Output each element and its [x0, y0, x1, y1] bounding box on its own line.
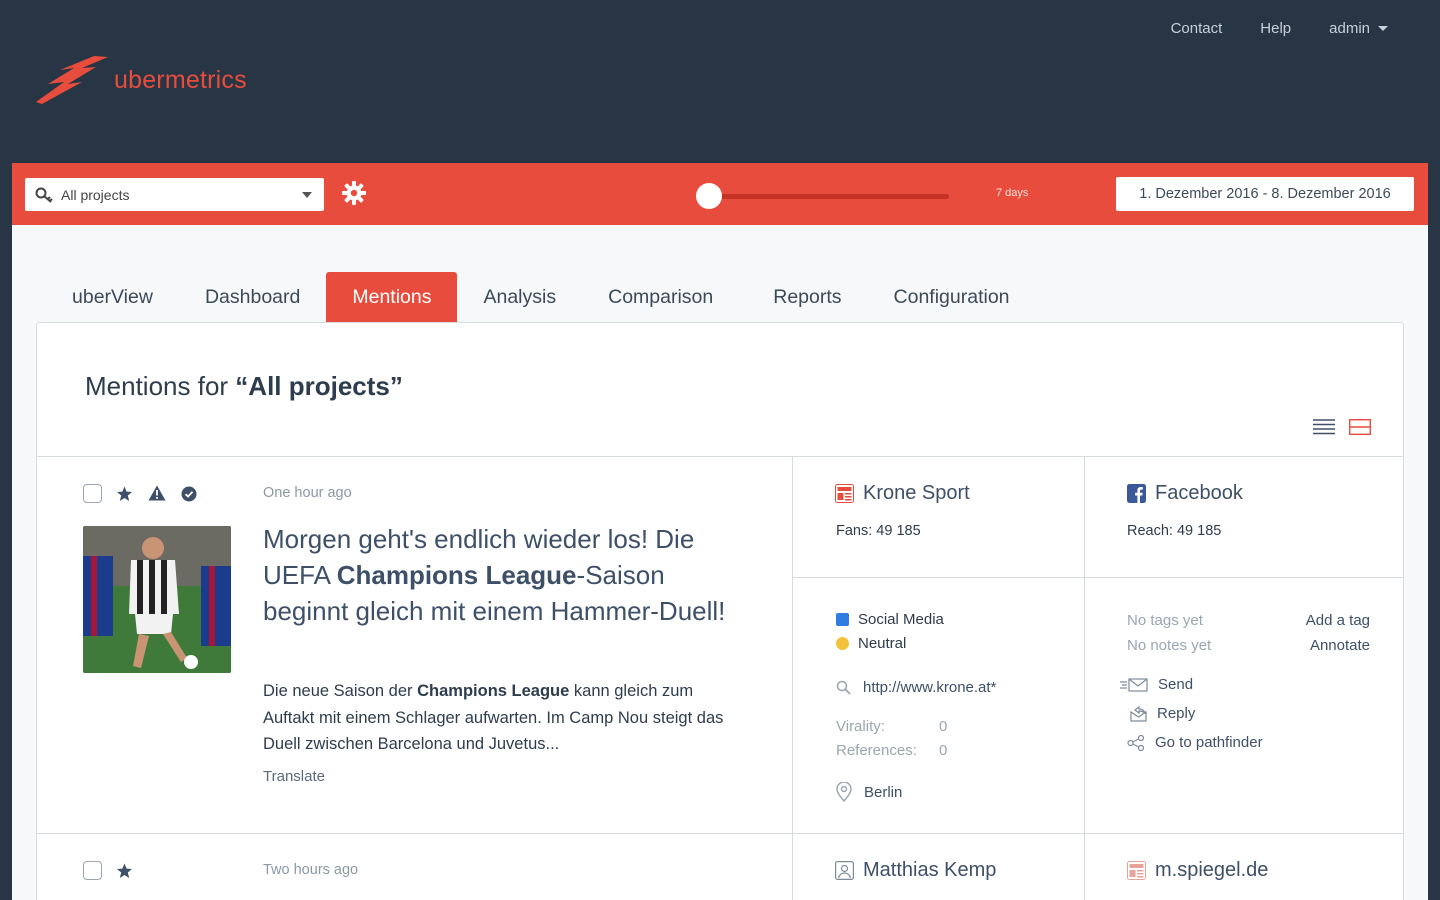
tab-configuration[interactable]: Configuration: [868, 272, 1036, 323]
mention-checkbox[interactable]: [83, 861, 102, 880]
snippet-text: Die neue Saison der: [263, 682, 418, 700]
main-panel: uberView Dashboard Mentions Analysis Com…: [12, 225, 1428, 900]
map-pin-icon: [836, 782, 852, 802]
row-divider: [37, 833, 1403, 834]
tab-uberview[interactable]: uberView: [36, 272, 179, 323]
tags-status: No tags yet: [1127, 612, 1203, 629]
mention-time: One hour ago: [263, 485, 352, 501]
sentiment: Neutral: [836, 635, 906, 652]
reply-icon: [1130, 705, 1147, 722]
media-type-swatch: [836, 613, 849, 626]
user-menu[interactable]: admin: [1329, 20, 1388, 37]
search-icon: [836, 680, 851, 695]
mention-thumbnail[interactable]: [83, 526, 231, 673]
channel-reach: Reach: 49 185: [1127, 523, 1222, 539]
channel-name[interactable]: m.spiegel.de: [1127, 859, 1268, 882]
mention-time: Two hours ago: [263, 862, 359, 878]
add-tag-link[interactable]: Add a tag: [1306, 612, 1370, 629]
project-select-value: All projects: [61, 186, 130, 203]
timeframe-slider-handle[interactable]: [696, 183, 722, 209]
source-url[interactable]: http://www.krone.at*: [836, 679, 996, 696]
page-title-project: “All projects”: [235, 371, 403, 401]
date-range-picker[interactable]: 1. Dezember 2016 - 8. Dezember 2016: [1116, 177, 1414, 211]
location: Berlin: [836, 782, 902, 802]
facebook-icon: [1127, 484, 1146, 503]
football-photo-image: [83, 526, 231, 673]
share-nodes-icon: [1127, 734, 1145, 751]
pathfinder-button[interactable]: Go to pathfinder: [1127, 734, 1263, 751]
channel-name[interactable]: Facebook: [1127, 482, 1243, 505]
filter-toolbar: All projects 7 days 1. Dezember 2016 - 8…: [12, 163, 1428, 225]
card-view-icon[interactable]: [1349, 419, 1371, 435]
warning-icon[interactable]: [148, 485, 166, 501]
source-name[interactable]: Matthias Kemp: [835, 859, 996, 882]
notes-status: No notes yet: [1127, 637, 1212, 654]
chevron-down-icon: [302, 192, 312, 198]
mentions-card: Mentions for “All projects” One hour ago: [36, 322, 1404, 900]
headline-highlight: Champions League: [336, 560, 577, 590]
star-icon[interactable]: [116, 863, 133, 879]
location-label: Berlin: [864, 783, 903, 801]
tab-dashboard[interactable]: Dashboard: [179, 272, 326, 323]
user-profile-icon: [835, 861, 854, 880]
translate-link[interactable]: Translate: [263, 768, 325, 785]
user-name: admin: [1329, 19, 1370, 37]
virality-label: Virality:: [836, 718, 885, 735]
tab-comparison[interactable]: Comparison: [582, 272, 743, 323]
references-label: References:: [836, 742, 917, 759]
send-button[interactable]: Send: [1120, 676, 1193, 693]
references-value: 0: [939, 742, 948, 759]
media-type: Social Media: [836, 611, 944, 628]
source-name-label: Krone Sport: [863, 482, 970, 504]
brand-name: ubermetrics: [114, 65, 247, 94]
send-label: Send: [1158, 676, 1194, 693]
main-tabs: uberView Dashboard Mentions Analysis Com…: [36, 272, 1036, 323]
cell-divider: [793, 577, 1404, 578]
mention-snippet: Die neue Saison der Champions League kan…: [263, 678, 743, 758]
top-nav: Contact Help admin: [1171, 0, 1440, 56]
tab-reports[interactable]: Reports: [743, 272, 867, 323]
source-name-label: Matthias Kemp: [863, 859, 997, 881]
channel-name-label: Facebook: [1155, 482, 1243, 504]
page-title: Mentions for “All projects”: [85, 371, 403, 402]
gear-icon[interactable]: [342, 181, 366, 205]
channel-name-label: m.spiegel.de: [1155, 859, 1269, 881]
chevron-down-icon: [1378, 26, 1388, 32]
sentiment-swatch: [836, 637, 849, 650]
mention-checkbox[interactable]: [83, 484, 102, 503]
pathfinder-label: Go to pathfinder: [1155, 734, 1263, 751]
contact-link[interactable]: Contact: [1171, 20, 1223, 37]
mention-headline[interactable]: Morgen geht's endlich wieder los! Die UE…: [263, 521, 733, 629]
brand-logo[interactable]: ubermetrics: [34, 54, 247, 106]
key-icon: [35, 187, 53, 203]
source-name[interactable]: Krone Sport: [835, 482, 970, 505]
page-title-prefix: Mentions for: [85, 371, 236, 401]
virality-value: 0: [939, 718, 948, 735]
reply-button[interactable]: Reply: [1127, 705, 1195, 722]
tab-analysis[interactable]: Analysis: [457, 272, 582, 323]
annotate-link[interactable]: Annotate: [1310, 637, 1370, 654]
list-view-icon[interactable]: [1313, 419, 1335, 435]
source-fans: Fans: 49 185: [836, 523, 921, 539]
timeframe-slider-track[interactable]: [709, 194, 949, 199]
project-select[interactable]: All projects: [25, 178, 324, 211]
star-icon[interactable]: [116, 486, 133, 502]
newspaper-icon: [835, 484, 854, 503]
timeframe-slider-label: 7 days: [996, 187, 1029, 199]
snippet-highlight: Champions League: [417, 682, 570, 700]
reply-label: Reply: [1157, 705, 1196, 722]
media-type-label: Social Media: [858, 611, 944, 628]
tab-mentions[interactable]: Mentions: [326, 272, 458, 323]
view-toggle: [1313, 419, 1371, 435]
help-link[interactable]: Help: [1260, 20, 1291, 37]
logo-wings-icon: [36, 56, 108, 104]
send-mail-icon: [1120, 677, 1148, 692]
sentiment-label: Neutral: [858, 635, 907, 652]
newspaper-icon: [1127, 861, 1146, 880]
header-divider: [37, 456, 1403, 457]
source-url-text: http://www.krone.at*: [863, 679, 997, 696]
verified-check-icon[interactable]: [181, 486, 197, 502]
